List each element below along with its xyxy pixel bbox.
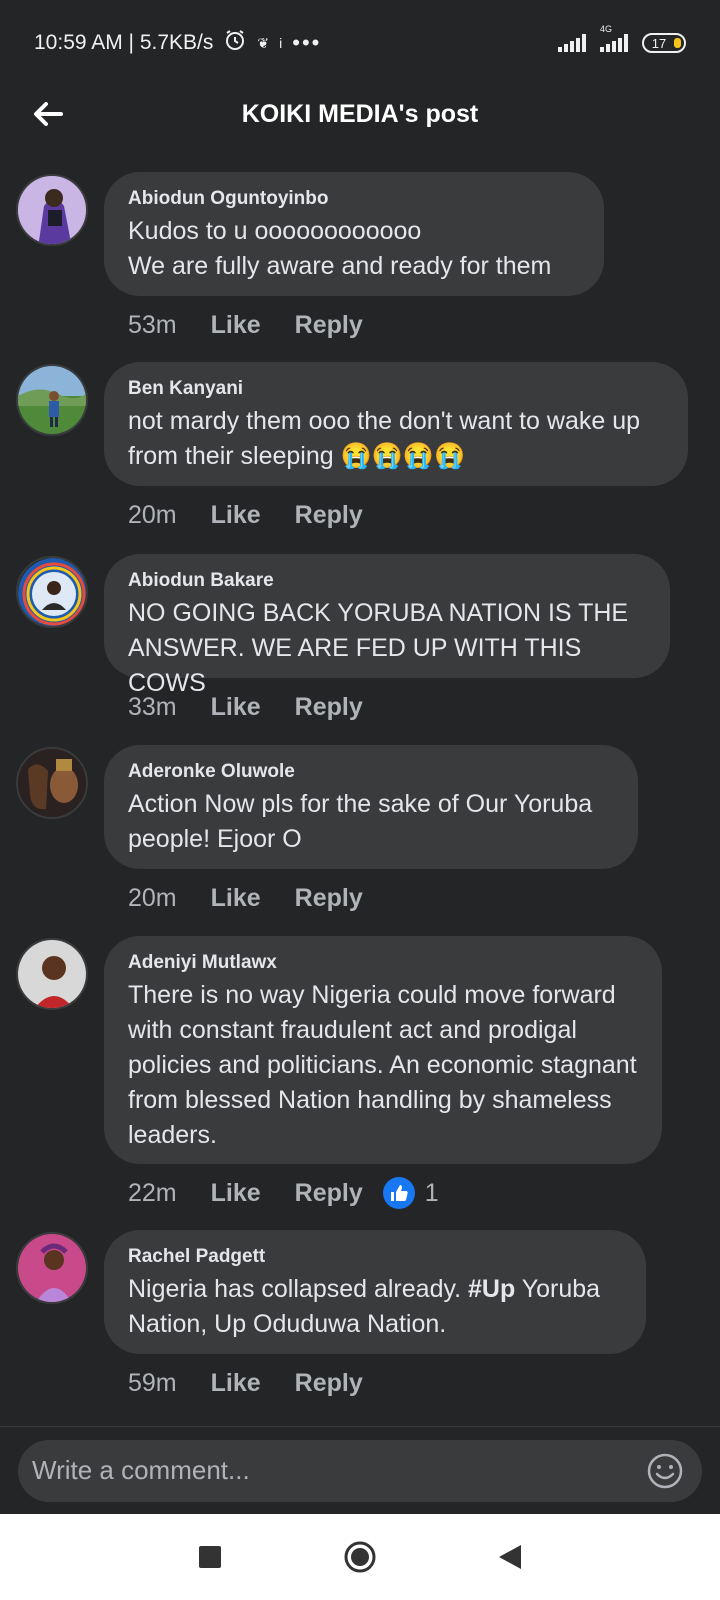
comment-time: 53m [128, 310, 177, 339]
comment-text: Kudos to u oooooooooooo We are fully awa… [128, 217, 552, 280]
comment-text: Nigeria has collapsed already. #Up Yorub… [128, 1272, 622, 1342]
reply-button[interactable]: Reply [295, 1179, 363, 1208]
back-arrow-icon [34, 102, 63, 126]
comment-time: 33m [128, 692, 177, 721]
network-type: 4G [600, 24, 613, 34]
comment-composer [0, 1426, 720, 1514]
comment-input-box[interactable] [18, 1439, 702, 1502]
comment-item: Abiodun Oguntoyinbo Kudos to u ooooooooo… [0, 172, 720, 340]
signal-4g-icon: 4G [600, 24, 628, 52]
like-button[interactable]: Like [211, 1179, 261, 1208]
comment-text: NO GOING BACK YORUBA NATION IS THE ANSWE… [128, 599, 629, 697]
triangle-back-icon [499, 1545, 521, 1569]
avatar[interactable] [16, 556, 88, 628]
like-button[interactable]: Like [211, 693, 261, 722]
reply-button[interactable]: Reply [295, 1369, 363, 1398]
comment-author[interactable]: Abiodun Oguntoyinbo [128, 188, 580, 210]
comment-text-pre: Nigeria has collapsed already. [128, 1275, 469, 1303]
system-nav-bar [0, 1514, 720, 1600]
thumbs-up-icon [382, 1177, 415, 1209]
circle-icon [344, 1541, 376, 1573]
reaction-number: 1 [424, 1178, 439, 1207]
reply-button[interactable]: Reply [295, 501, 363, 530]
comment-author[interactable]: Ben Kanyani [128, 378, 664, 400]
avatar[interactable] [16, 364, 88, 436]
comment-author[interactable]: Adeniyi Mutlawx [128, 952, 638, 974]
comment-text: not mardy them ooo the don't want to wak… [128, 407, 641, 470]
comment-actions: 22m Like Reply 1 [128, 1177, 720, 1209]
emoji-icon[interactable] [646, 1452, 684, 1490]
square-icon [199, 1546, 221, 1568]
comment-time: 20m [128, 883, 177, 912]
avatar[interactable] [16, 174, 88, 246]
back-button[interactable] [28, 94, 68, 134]
recents-button[interactable] [190, 1537, 230, 1577]
reply-button[interactable]: Reply [295, 311, 363, 340]
alarm-icon [223, 28, 247, 58]
avatar[interactable] [16, 747, 88, 819]
comment-bubble: Abiodun Bakare NO GOING BACK YORUBA NATI… [104, 554, 670, 697]
comment-item: Ben Kanyani not mardy them ooo the don't… [0, 362, 720, 530]
reply-button[interactable]: Reply [295, 693, 363, 722]
back-nav-button[interactable] [490, 1537, 530, 1577]
comment-time: 20m [128, 500, 177, 529]
comment-input[interactable] [32, 1455, 646, 1486]
comment-actions: 53m Like Reply [128, 310, 720, 340]
notification-icon: ❦ [257, 34, 270, 51]
more-notifications-icon: ••• [292, 30, 322, 55]
comment-bubble: Ben Kanyani not mardy them ooo the don't… [104, 362, 688, 486]
comment-time: 59m [128, 1368, 177, 1397]
battery-icon: 17 [642, 33, 686, 53]
avatar[interactable] [16, 938, 88, 1010]
comment-item: Adeniyi Mutlawx There is no way Nigeria … [0, 936, 720, 1209]
comment-bubble: Rachel Padgett Nigeria has collapsed alr… [104, 1230, 646, 1354]
signal-icon [558, 34, 586, 52]
comment-author[interactable]: Abiodun Bakare [128, 570, 646, 592]
comment-bubble: Abiodun Oguntoyinbo Kudos to u ooooooooo… [104, 172, 604, 296]
info-icon: i [279, 35, 283, 51]
comment-actions: 59m Like Reply [128, 1368, 720, 1398]
comment-item: Aderonke Oluwole Action Now pls for the … [0, 745, 720, 913]
status-time: 10:59 AM | 5.7KB/s [34, 31, 214, 54]
page-title: KOIKI MEDIA's post [241, 99, 479, 128]
reply-button[interactable]: Reply [295, 884, 363, 913]
comment-item: Abiodun Bakare NO GOING BACK YORUBA NATI… [0, 554, 720, 722]
comment-author[interactable]: Aderonke Oluwole [128, 761, 614, 783]
battery-level: 17 [651, 35, 667, 51]
top-bar: KOIKI MEDIA's post [0, 86, 720, 142]
like-button[interactable]: Like [211, 501, 261, 530]
home-button[interactable] [340, 1537, 380, 1577]
reaction-count[interactable]: 1 [382, 1177, 439, 1209]
comment-text: There is no way Nigeria could move forwa… [128, 981, 637, 1149]
comment-item: Rachel Padgett Nigeria has collapsed alr… [0, 1230, 720, 1398]
comment-actions: 20m Like Reply [128, 500, 720, 530]
comment-bubble: Adeniyi Mutlawx There is no way Nigeria … [104, 936, 662, 1164]
comment-actions: 33m Like Reply [128, 692, 720, 722]
comment-text: Action Now pls for the sake of Our Yorub… [128, 790, 593, 853]
comment-author[interactable]: Rachel Padgett [128, 1246, 622, 1268]
like-button[interactable]: Like [211, 1369, 261, 1398]
like-button[interactable]: Like [211, 884, 261, 913]
comment-time: 22m [128, 1178, 177, 1207]
hashtag-link[interactable]: #Up [468, 1275, 515, 1303]
comment-bubble: Aderonke Oluwole Action Now pls for the … [104, 745, 638, 869]
avatar[interactable] [16, 1232, 88, 1304]
comment-actions: 20m Like Reply [128, 883, 720, 913]
status-bar: 10:59 AM | 5.7KB/s ❦ i ••• 4G 17 [0, 0, 720, 86]
like-button[interactable]: Like [211, 311, 261, 340]
